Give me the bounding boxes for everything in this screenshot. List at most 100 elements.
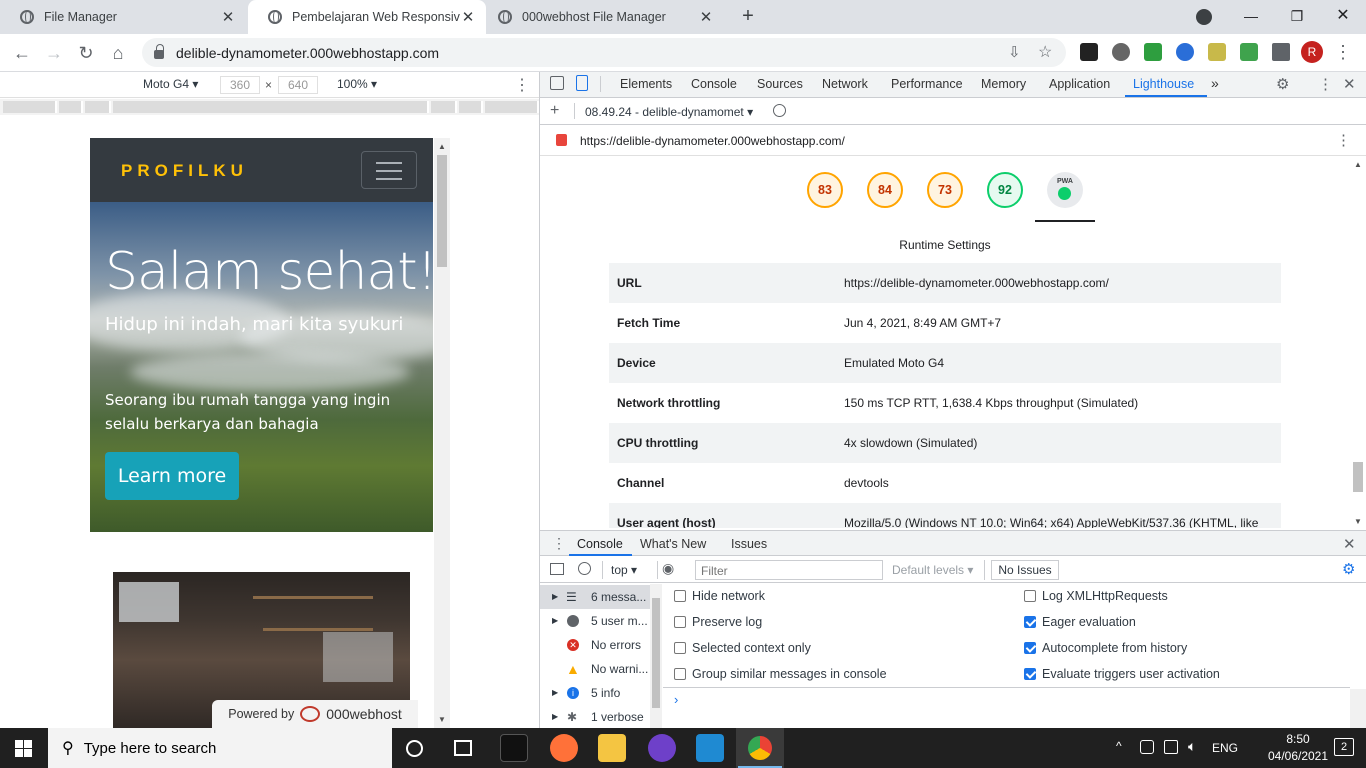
score-gauge[interactable]: 73 <box>927 172 963 208</box>
more-tabs-icon[interactable]: » <box>1211 75 1219 91</box>
close-drawer-icon[interactable]: ✕ <box>1343 535 1356 553</box>
tab-network[interactable]: Network <box>822 77 868 91</box>
extension-icon[interactable] <box>1080 43 1098 61</box>
autocomplete-history-checkbox[interactable] <box>1024 642 1036 654</box>
score-gauge[interactable]: 92 <box>987 172 1023 208</box>
close-window-button[interactable]: ✕ <box>1320 0 1366 34</box>
clear-console-icon[interactable] <box>578 562 591 575</box>
extension-icon[interactable] <box>1176 43 1194 61</box>
issues-button[interactable]: No Issues <box>991 560 1059 580</box>
restore-button[interactable]: ❐ <box>1274 0 1320 34</box>
evaluate-triggers-checkbox[interactable] <box>1024 668 1036 680</box>
brand-logo[interactable]: PROFILKU <box>121 161 248 181</box>
drawer-menu-icon[interactable]: ⋮ <box>552 535 566 552</box>
selected-context-checkbox[interactable] <box>674 642 686 654</box>
tab-performance[interactable]: Performance <box>891 77 963 91</box>
tray-chevron-icon[interactable]: ^ <box>1116 739 1122 753</box>
forward-icon[interactable]: → <box>42 41 66 65</box>
hide-network-checkbox[interactable] <box>674 590 686 602</box>
sidebar-item-messages[interactable]: ▶ ☰ 6 messa... <box>540 585 650 609</box>
tab-sources[interactable]: Sources <box>757 77 803 91</box>
extension-icon[interactable] <box>1240 43 1258 61</box>
preserve-log-checkbox[interactable] <box>674 616 686 628</box>
bookmark-star-icon[interactable]: ☆ <box>1038 42 1052 62</box>
eager-evaluation-checkbox[interactable] <box>1024 616 1036 628</box>
menu-kebab-icon[interactable]: ⋮ <box>1334 42 1352 63</box>
chrome-taskbar-button[interactable] <box>736 728 784 768</box>
scrollbar-thumb[interactable] <box>1353 462 1363 492</box>
hamburger-menu-button[interactable] <box>361 151 417 189</box>
device-toggle-icon[interactable] <box>576 75 588 91</box>
profile-avatar[interactable]: R <box>1301 41 1323 63</box>
tab-application[interactable]: Application <box>1049 77 1110 91</box>
pwa-badge[interactable]: PWA <box>1047 172 1083 208</box>
scroll-down-arrow[interactable]: ▼ <box>1354 517 1362 526</box>
zoom-select[interactable]: 100% ▾ <box>337 77 377 91</box>
close-devtools-icon[interactable]: ✕ <box>1343 75 1356 93</box>
back-icon[interactable]: ← <box>10 41 34 65</box>
cortana-icon[interactable] <box>406 740 423 757</box>
drawer-tab-issues[interactable]: Issues <box>731 537 767 551</box>
clock-date[interactable]: 04/06/2021 <box>1258 749 1338 763</box>
scrollbar-thumb[interactable] <box>437 155 447 267</box>
console-settings-gear-icon[interactable]: ⚙ <box>1342 560 1355 578</box>
taskbar-search[interactable]: ⚲ Type here to search <box>48 728 392 768</box>
device-select[interactable]: Moto G4 ▾ <box>143 77 198 91</box>
task-view-icon[interactable] <box>454 740 472 756</box>
console-scrollbar[interactable] <box>1350 689 1366 728</box>
report-menu-icon[interactable]: ⋮ <box>1336 131 1351 149</box>
tab-000webhost-file-manager[interactable]: 000webhost File Manager ✕ <box>478 0 724 34</box>
clear-reports-icon[interactable] <box>773 104 786 117</box>
new-report-icon[interactable]: + <box>550 102 559 120</box>
sidebar-scrollbar[interactable] <box>650 584 662 728</box>
tab-elements[interactable]: Elements <box>620 77 672 91</box>
close-tab-icon[interactable]: ✕ <box>698 8 714 26</box>
report-scrollbar[interactable]: ▲ ▼ <box>1350 158 1366 528</box>
vscode-icon[interactable] <box>696 734 724 762</box>
home-icon[interactable]: ⌂ <box>106 41 130 65</box>
sidebar-toggle-icon[interactable] <box>550 563 564 575</box>
drawer-tab-console[interactable]: Console <box>577 537 623 551</box>
sidebar-item-verbose[interactable]: ▶ ✱ 1 verbose <box>540 705 650 729</box>
tab-lighthouse[interactable]: Lighthouse <box>1133 77 1194 91</box>
github-desktop-icon[interactable] <box>648 734 676 762</box>
sidebar-item-info[interactable]: ▶ i 5 info <box>540 681 650 705</box>
close-tab-icon[interactable]: ✕ <box>460 8 476 26</box>
score-gauge[interactable]: 84 <box>867 172 903 208</box>
device-more-icon[interactable]: ⋮ <box>514 75 530 95</box>
install-icon[interactable]: ⇩ <box>1008 43 1021 61</box>
scroll-up-arrow[interactable]: ▲ <box>1354 160 1362 169</box>
minimize-button[interactable]: — <box>1228 0 1274 34</box>
tab-pembelajaran[interactable]: Pembelajaran Web Responsive ✕ <box>248 0 486 34</box>
sidebar-item-errors[interactable]: ✕ No errors <box>540 633 650 657</box>
page-scrollbar[interactable]: ▲ ▼ <box>434 138 450 728</box>
extension-icon[interactable] <box>1144 43 1162 61</box>
settings-gear-icon[interactable]: ⚙ <box>1276 75 1289 93</box>
devtools-menu-icon[interactable]: ⋮ <box>1318 75 1333 93</box>
volume-icon[interactable]: 🔈︎ <box>1188 738 1196 755</box>
scroll-up-arrow[interactable]: ▲ <box>438 142 446 151</box>
new-tab-button[interactable]: + <box>736 4 760 28</box>
reload-icon[interactable]: ↻ <box>74 41 98 65</box>
report-url[interactable]: https://delible-dynamometer.000webhostap… <box>580 134 845 148</box>
learn-more-button[interactable]: Learn more <box>105 452 239 500</box>
network-icon[interactable] <box>1140 740 1154 754</box>
extension-icon[interactable] <box>1208 43 1226 61</box>
close-tab-icon[interactable]: ✕ <box>220 8 236 26</box>
tab-search-icon[interactable] <box>1196 9 1212 25</box>
group-similar-checkbox[interactable] <box>674 668 686 680</box>
terminal-icon[interactable] <box>500 734 528 762</box>
live-expression-eye-icon[interactable]: ◉ <box>662 560 674 577</box>
drawer-tab-whats-new[interactable]: What's New <box>640 537 706 551</box>
tab-memory[interactable]: Memory <box>981 77 1026 91</box>
sidebar-item-warnings[interactable]: ▲ No warni... <box>540 657 650 681</box>
inspect-element-icon[interactable] <box>550 76 564 90</box>
notification-center-icon[interactable]: 2 <box>1334 738 1354 756</box>
media-query-bar[interactable] <box>0 99 540 115</box>
score-gauge[interactable]: 83 <box>807 172 843 208</box>
console-prompt[interactable]: › <box>663 689 1350 728</box>
device-width-input[interactable]: 360 <box>220 76 260 94</box>
report-selector[interactable]: 08.49.24 - delible-dynamomet ▾ <box>585 105 753 119</box>
device-height-input[interactable]: 640 <box>278 76 318 94</box>
battery-icon[interactable] <box>1164 740 1178 754</box>
